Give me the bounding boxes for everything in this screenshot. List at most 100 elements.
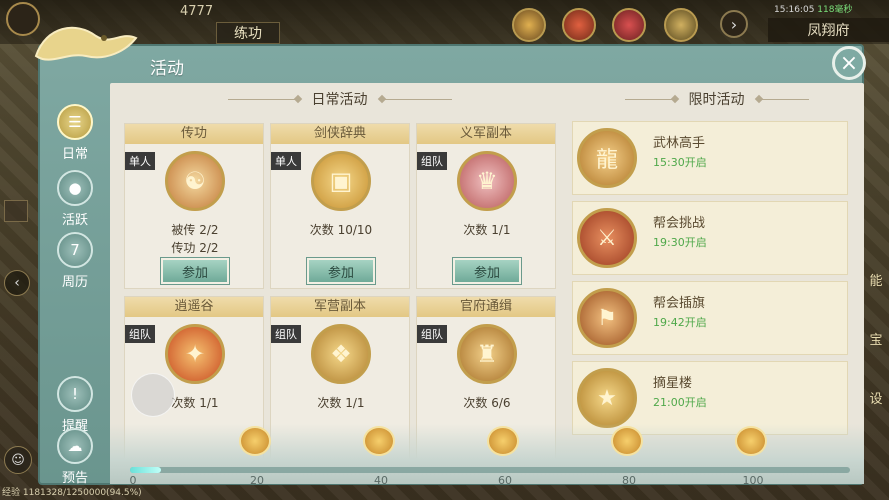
card-title: 官府通缉 <box>417 297 555 317</box>
daily-heading: 日常活动 <box>110 83 569 115</box>
card-title: 逍遥谷 <box>125 297 263 317</box>
guild-flag-icon: ⚑ <box>577 288 637 348</box>
card-title: 剑侠辞典 <box>271 124 409 144</box>
join-button[interactable]: 参加 <box>160 257 230 285</box>
tab-label: 预告 <box>61 471 88 486</box>
card-title: 义军副本 <box>417 124 555 144</box>
card-stat: 次数 1/1 <box>317 396 365 410</box>
tiger-mask-icon: ♛ <box>457 151 517 211</box>
chest-icon[interactable] <box>239 426 271 456</box>
activity-card[interactable]: 义军副本 组队 ♛ 次数 1/1 参加 <box>416 123 556 289</box>
limited-activity-item[interactable]: ⚔ 帮会挑战 19:30开启 <box>572 201 848 275</box>
practice-button[interactable]: 练功 <box>216 22 280 44</box>
gourd-icon: ● <box>57 170 93 206</box>
star-tower-icon: ★ <box>577 368 637 428</box>
card-stat: 被传 2/2 <box>171 223 219 237</box>
card-stat: 次数 1/1 <box>463 223 511 237</box>
combat-power: 4777 <box>180 4 214 19</box>
reminder-icon: ! <box>57 376 93 412</box>
chevron-right-icon[interactable]: › <box>720 10 748 38</box>
mode-tag: 组队 <box>417 325 447 343</box>
progress-fill <box>130 467 161 473</box>
card-title: 军营副本 <box>271 297 409 317</box>
flag-icon[interactable] <box>4 200 28 222</box>
calendar-icon: 7 <box>57 232 93 268</box>
limited-activity-item[interactable]: ⚑ 帮会插旗 19:42开启 <box>572 281 848 355</box>
mode-tag: 组队 <box>417 152 447 170</box>
tab-label: 日常 <box>61 147 88 162</box>
progress-tick: 80 <box>622 474 636 487</box>
kungfu-transfer-icon: ☯ <box>165 151 225 211</box>
tab-preview[interactable]: ☁ 预告 <box>50 428 100 486</box>
limited-activities: 限时活动 龍 武林高手 15:30开启 ⚔ 帮会挑战 19:30开启 ⚑ 帮会插… <box>569 83 864 483</box>
mode-tag: 单人 <box>125 152 155 170</box>
chat-icon[interactable]: ☺ <box>4 446 32 474</box>
clock-status: 15:16:05 118毫秒 <box>774 5 853 15</box>
card-stat: 次数 10/10 <box>309 223 373 237</box>
right-menu-label[interactable]: 宝 <box>869 329 882 348</box>
chest-icon[interactable] <box>363 426 395 456</box>
close-icon[interactable]: × <box>832 46 866 80</box>
right-menu-label[interactable]: 能 <box>869 270 882 289</box>
guild-challenge-icon: ⚔ <box>577 208 637 268</box>
activity-content: 日常活动 传功 单人 ☯ 被传 2/2 传功 2/2 参加 剑侠辞典 单人 ▣ … <box>110 83 864 483</box>
join-button[interactable]: 参加 <box>306 257 376 285</box>
event-icon-2[interactable] <box>562 8 596 42</box>
progress-tick: 0 <box>129 474 137 487</box>
limited-activity-item[interactable]: 龍 武林高手 15:30开启 <box>572 121 848 195</box>
experience-text: 经验 1181328/1250000(94.5%) <box>2 488 142 498</box>
dragon-emblem-icon: 龍 <box>577 128 637 188</box>
activity-progress: 0 20 40 60 80 100 <box>110 424 864 487</box>
card-stat: 传功 2/2 <box>171 241 219 255</box>
chest-icon[interactable] <box>487 426 519 456</box>
left-toolbar <box>4 200 34 252</box>
progress-tick: 60 <box>498 474 512 487</box>
map-name[interactable]: 凤翔府 <box>768 18 889 42</box>
chest-icon[interactable] <box>611 426 643 456</box>
progress-track <box>130 467 850 473</box>
activity-name: 帮会挑战 <box>653 216 706 231</box>
activity-time: 19:30开启 <box>653 236 707 249</box>
activity-name: 武林高手 <box>653 136 706 151</box>
mode-tag: 单人 <box>271 152 301 170</box>
tab-active-points[interactable]: ● 活跃 <box>50 170 100 228</box>
card-title: 传功 <box>125 124 263 144</box>
limited-heading: 限时活动 <box>569 83 864 115</box>
progress-tick: 20 <box>250 474 264 487</box>
mode-tag: 组队 <box>271 325 301 343</box>
event-icon-4[interactable] <box>664 8 698 42</box>
tab-weekly-calendar[interactable]: 7 周历 <box>50 232 100 290</box>
progress-tick: 100 <box>742 474 764 487</box>
military-camp-icon: ❖ <box>311 324 371 384</box>
tab-reminder[interactable]: ! 提醒 <box>50 376 100 434</box>
right-menu-label[interactable]: 设 <box>869 388 882 407</box>
activity-time: 21:00开启 <box>653 396 707 409</box>
activity-card[interactable]: 剑侠辞典 单人 ▣ 次数 10/10 参加 <box>270 123 410 289</box>
event-icon-3[interactable] <box>612 8 646 42</box>
join-button[interactable]: 参加 <box>452 257 522 285</box>
card-stat: 次数 6/6 <box>463 396 511 410</box>
daily-icon: ☰ <box>57 104 93 140</box>
progress-tick: 40 <box>374 474 388 487</box>
virtual-joystick[interactable] <box>131 373 175 417</box>
mode-tag: 组队 <box>125 325 155 343</box>
tab-daily[interactable]: ☰ 日常 <box>50 104 100 162</box>
wanted-emblem-icon: ♜ <box>457 324 517 384</box>
activity-time: 19:42开启 <box>653 316 707 329</box>
right-menu: 能 宝 设 <box>863 260 889 440</box>
activity-name: 摘星楼 <box>653 376 693 391</box>
tab-label: 周历 <box>61 275 88 290</box>
dragon-logo-icon <box>34 26 138 61</box>
chevron-left-icon[interactable]: ‹ <box>4 270 30 296</box>
activity-panel: 活动 × ☰ 日常 ● 活跃 7 周历 ! 提醒 ☁ 预告 日常活动 传功 单人… <box>34 26 866 487</box>
activity-card[interactable]: 传功 单人 ☯ 被传 2/2 传功 2/2 参加 <box>124 123 264 289</box>
chest-icon[interactable] <box>735 426 767 456</box>
valley-emblem-icon: ✦ <box>165 324 225 384</box>
event-icon-1[interactable] <box>512 8 546 42</box>
activity-time: 15:30开启 <box>653 156 707 169</box>
dictionary-chest-icon: ▣ <box>311 151 371 211</box>
panel-title: 活动 <box>150 59 184 79</box>
cloud-icon: ☁ <box>57 428 93 464</box>
activity-name: 帮会插旗 <box>653 296 706 311</box>
tab-label: 活跃 <box>61 213 88 228</box>
